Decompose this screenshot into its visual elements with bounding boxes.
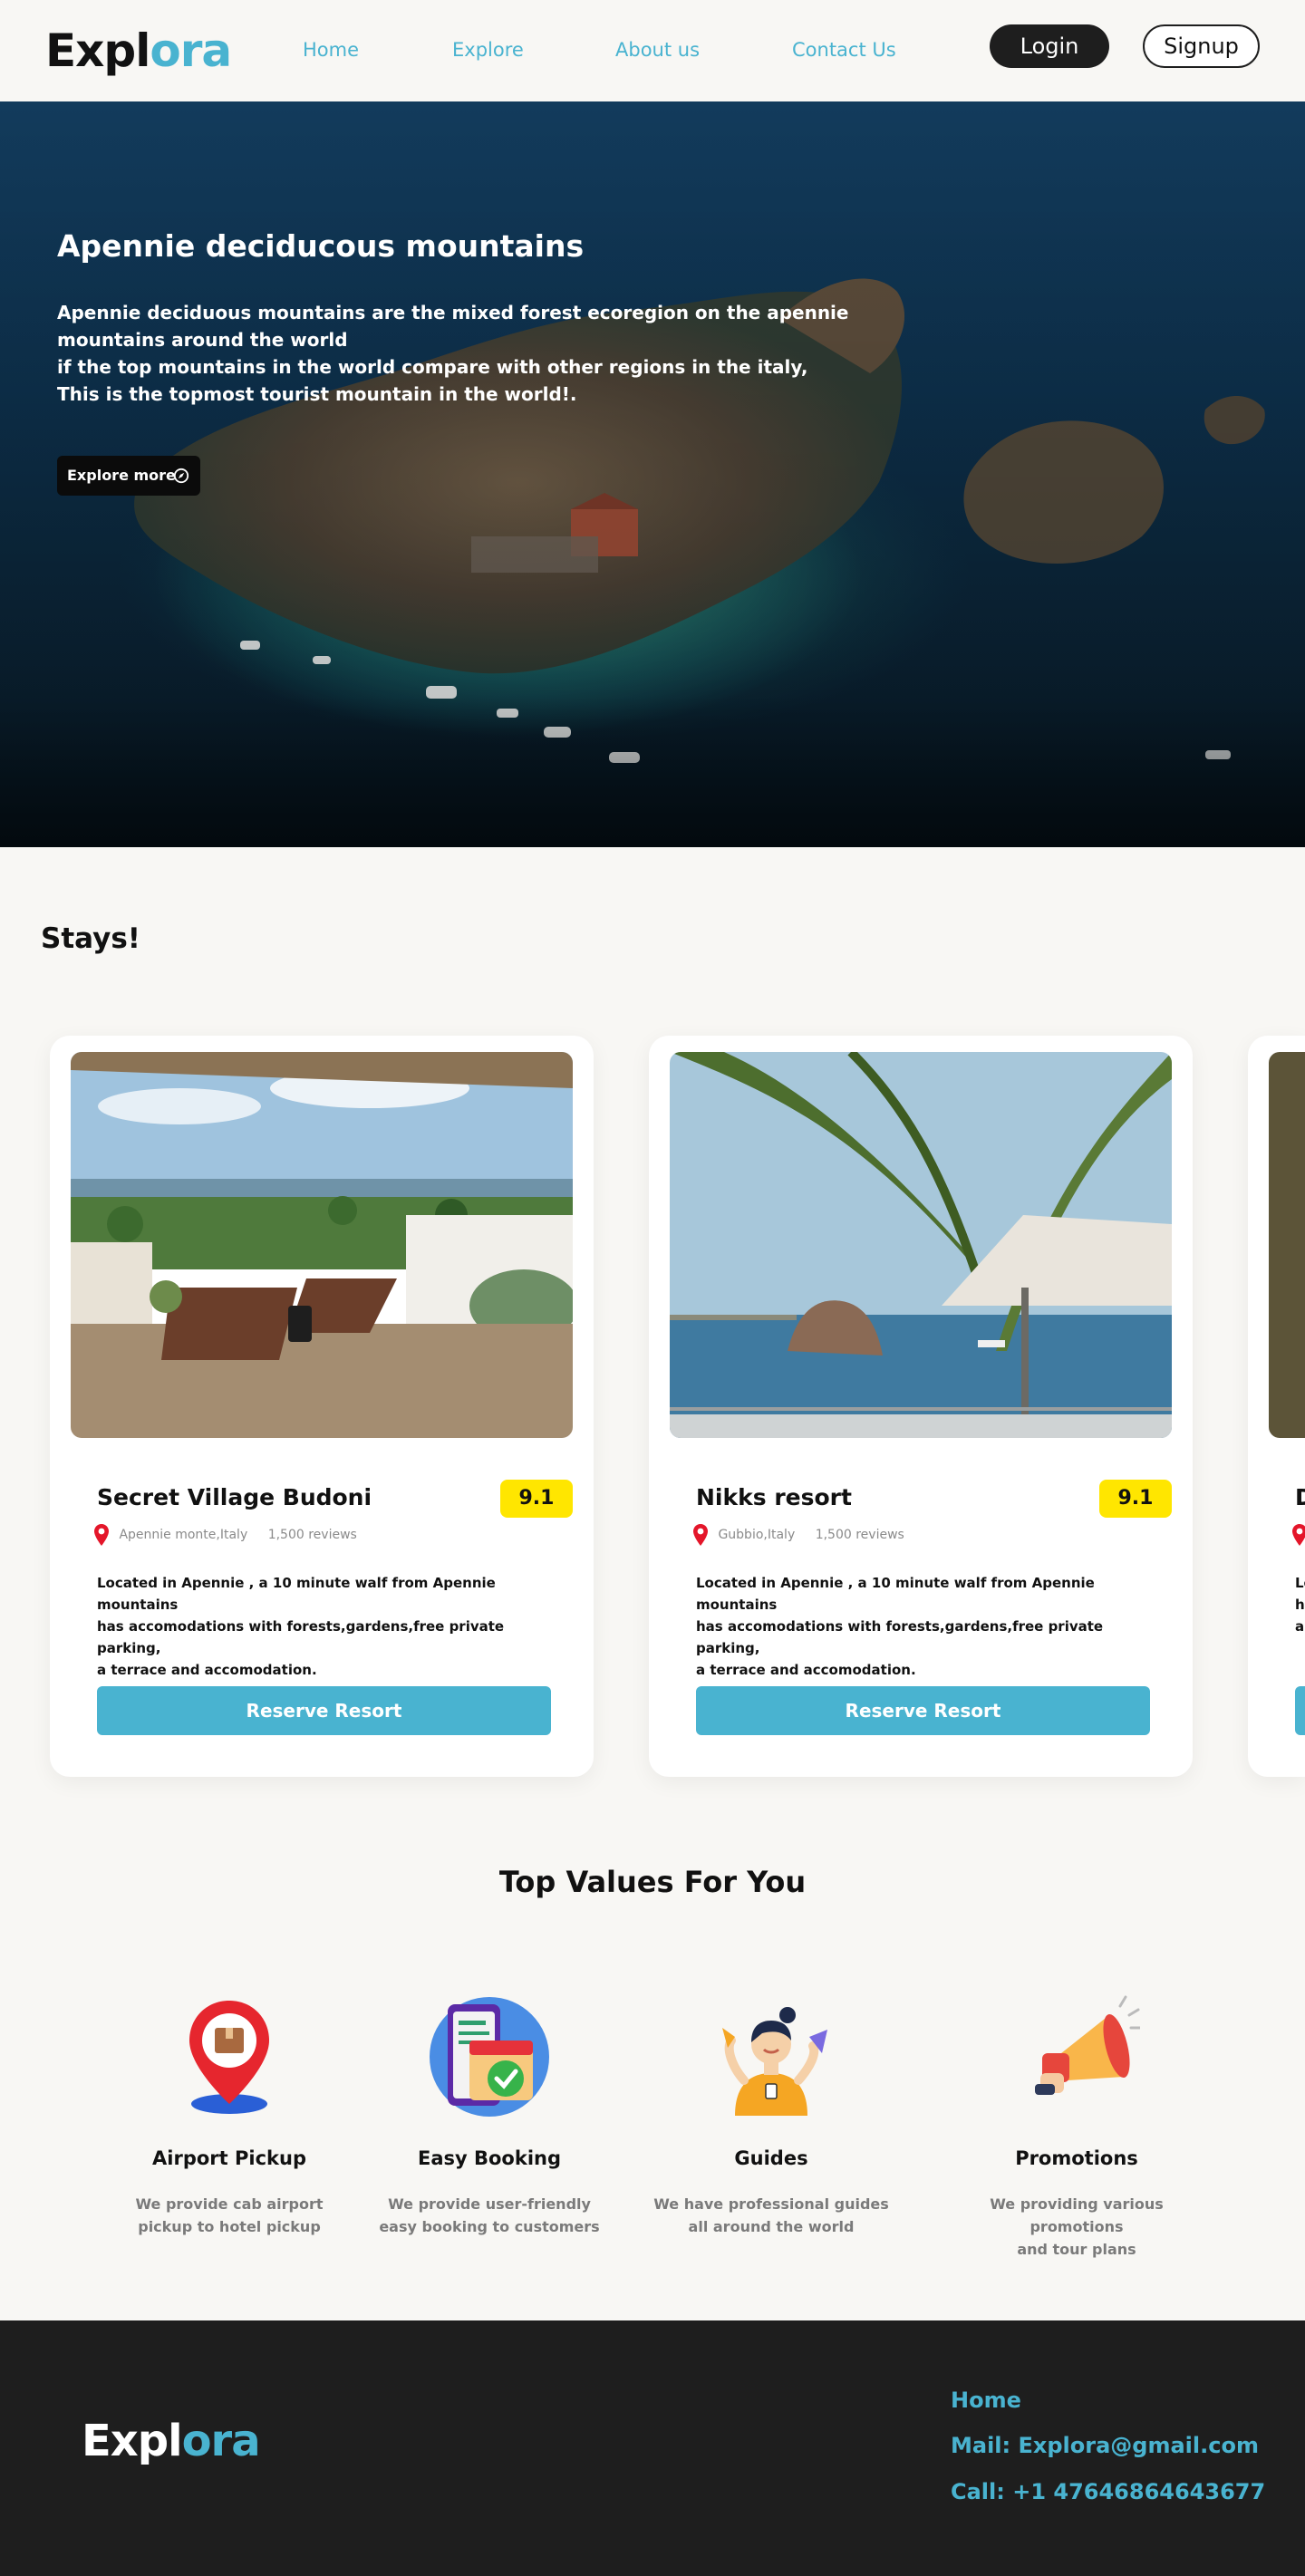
stay-description: Located in Apennie , a 10 minute walf fr…: [696, 1575, 1104, 1678]
stay-card: Nikks resort 9.1 Gubbio,Italy 1,500 revi…: [649, 1036, 1193, 1777]
review-count: 1,500 reviews: [267, 1528, 357, 1542]
value-item: Promotions We providing various promotio…: [941, 1993, 1213, 2261]
value-item: Easy Booking We provide user-friendly ea…: [353, 1993, 625, 2238]
stay-name: Secret Village Budoni: [97, 1484, 372, 1510]
signup-button[interactable]: Signup: [1143, 24, 1260, 68]
location-pin-icon: [693, 1524, 708, 1546]
stay-description: Lo ha a: [1295, 1575, 1305, 1635]
hero-banner: Apennie deciducous mountains Apennie dec…: [0, 101, 1305, 847]
rating-badge: 9.1: [1099, 1480, 1172, 1518]
value-name: Airport Pickup: [152, 2147, 306, 2169]
footer-call-link[interactable]: Call: +1 47646864643677: [951, 2479, 1265, 2504]
value-name: Promotions: [1015, 2147, 1138, 2169]
stays-title: Stays!: [41, 922, 140, 955]
stay-name: D: [1295, 1484, 1305, 1510]
stay-location: Gubbio,Italy 1,500 reviews: [692, 1523, 904, 1547]
explore-more-button[interactable]: Explore more: [57, 456, 200, 496]
megaphone-icon: [1035, 1995, 1142, 2095]
hero-description: Apennie deciduous mountains are the mixe…: [57, 302, 849, 405]
nav-contact-link[interactable]: Contact Us: [792, 37, 896, 63]
login-button[interactable]: Login: [990, 24, 1109, 68]
reserve-resort-button[interactable]: Reserve Resort: [696, 1686, 1150, 1735]
values-title: Top Values For You: [498, 1865, 807, 1899]
value-name: Easy Booking: [417, 2147, 562, 2169]
value-item: Airport Pickup We provide cab airport pi…: [93, 1993, 365, 2238]
top-nav: Explora Home Explore About us Contact Us…: [0, 0, 1305, 101]
brand-logo[interactable]: Explora: [45, 22, 232, 80]
stay-image: [71, 1052, 573, 1438]
value-description: We provide cab airport pickup to hotel p…: [135, 2195, 324, 2235]
footer-mail-link[interactable]: Mail: Explora@gmail.com: [951, 2433, 1259, 2458]
stay-name: Nikks resort: [696, 1484, 852, 1510]
value-description: We provide user-friendly easy booking to…: [379, 2195, 600, 2235]
value-description: We have professional guides all around t…: [653, 2195, 889, 2235]
hero-title: Apennie deciducous mountains: [57, 228, 585, 264]
value-description: We providing various promotions and tour…: [990, 2195, 1164, 2258]
booking-calendar-icon: [430, 1997, 549, 2117]
nav-explore-link[interactable]: Explore: [452, 37, 524, 63]
location-pin-icon: [94, 1524, 109, 1546]
map-pin-package-icon: [189, 2001, 269, 2114]
rating-badge: 9.1: [500, 1480, 573, 1518]
stay-location: [1291, 1523, 1305, 1547]
stay-image: [1269, 1052, 1305, 1438]
guide-person-icon: [722, 2007, 827, 2116]
compass-icon: [173, 468, 189, 484]
value-name: Guides: [734, 2147, 808, 2169]
reserve-resort-button[interactable]: Reserve Resort: [97, 1686, 551, 1735]
nav-home-link[interactable]: Home: [303, 37, 359, 63]
stay-description: Located in Apennie , a 10 minute walf fr…: [97, 1575, 505, 1678]
stay-image: [670, 1052, 1172, 1438]
stay-card-partial: D Lo ha a: [1248, 1036, 1305, 1777]
stay-card: Secret Village Budoni 9.1 Apennie monte,…: [50, 1036, 594, 1777]
review-count: 1,500 reviews: [815, 1528, 904, 1542]
footer-home-link[interactable]: Home: [951, 2388, 1021, 2413]
stay-location: Apennie monte,Italy 1,500 reviews: [93, 1523, 357, 1547]
reserve-resort-button[interactable]: [1295, 1686, 1305, 1735]
nav-about-link[interactable]: About us: [615, 37, 700, 63]
footer-logo[interactable]: Explora: [82, 2415, 261, 2467]
location-pin-icon: [1292, 1524, 1305, 1546]
value-item: Guides We have professional guides all a…: [635, 1993, 907, 2238]
footer: Explora Home Mail: Explora@gmail.com Cal…: [0, 2320, 1305, 2576]
